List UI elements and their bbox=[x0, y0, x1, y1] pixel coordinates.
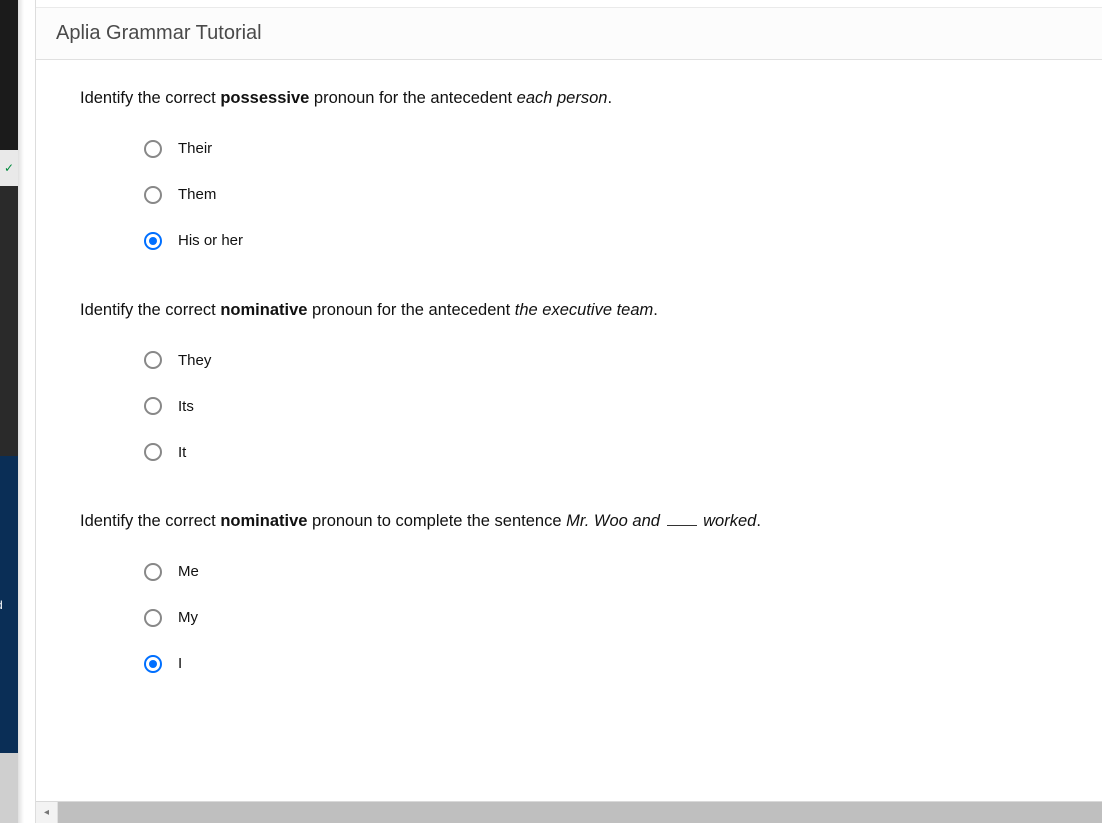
content-gutter bbox=[18, 0, 36, 823]
radio-icon[interactable] bbox=[144, 351, 162, 369]
question-prompt: Identify the correct possessive pronoun … bbox=[80, 86, 1058, 112]
option-row[interactable]: It bbox=[144, 443, 1058, 461]
option-label: His or her bbox=[178, 232, 243, 249]
horizontal-scrollbar[interactable]: ◂ bbox=[36, 801, 1102, 823]
option-label: They bbox=[178, 352, 211, 369]
option-label: I bbox=[178, 655, 182, 672]
radio-icon[interactable] bbox=[144, 140, 162, 158]
option-label: Its bbox=[178, 398, 194, 415]
breadcrumb-icon bbox=[58, 1, 72, 7]
page-title: Aplia Grammar Tutorial bbox=[56, 22, 1082, 45]
rail-active-label: d bbox=[0, 598, 3, 612]
options-group: Me My I bbox=[80, 563, 1058, 673]
option-label: Them bbox=[178, 186, 216, 203]
rail-spacer bbox=[0, 186, 18, 456]
option-label: My bbox=[178, 609, 198, 626]
rail-check-indicator: ✓ bbox=[0, 150, 18, 186]
options-group: They Its It bbox=[80, 351, 1058, 461]
scroll-left-arrow-icon[interactable]: ◂ bbox=[36, 802, 58, 823]
option-row[interactable]: Their bbox=[144, 140, 1058, 158]
option-label: It bbox=[178, 444, 186, 461]
option-row[interactable]: His or her bbox=[144, 232, 1058, 250]
option-row[interactable]: Them bbox=[144, 186, 1058, 204]
page-header: Aplia Grammar Tutorial bbox=[36, 8, 1102, 60]
question-block: Identify the correct possessive pronoun … bbox=[80, 86, 1058, 250]
question-prompt: Identify the correct nominative pronoun … bbox=[80, 298, 1058, 324]
radio-icon[interactable] bbox=[144, 397, 162, 415]
option-label: Me bbox=[178, 563, 199, 580]
radio-icon[interactable] bbox=[144, 232, 162, 250]
radio-icon[interactable] bbox=[144, 186, 162, 204]
rail-spacer bbox=[0, 0, 18, 150]
rail-active-item[interactable]: d bbox=[0, 456, 18, 753]
options-group: Their Them His or her bbox=[80, 140, 1058, 250]
question-block: Identify the correct nominative pronoun … bbox=[80, 298, 1058, 462]
radio-icon[interactable] bbox=[144, 443, 162, 461]
radio-icon[interactable] bbox=[144, 609, 162, 627]
option-row[interactable]: My bbox=[144, 609, 1058, 627]
rail-spacer bbox=[0, 753, 18, 823]
breadcrumb-bar bbox=[36, 0, 1102, 8]
option-label: Their bbox=[178, 140, 212, 157]
option-row[interactable]: They bbox=[144, 351, 1058, 369]
question-prompt: Identify the correct nominative pronoun … bbox=[80, 509, 1058, 535]
check-icon: ✓ bbox=[4, 161, 14, 175]
option-row[interactable]: Me bbox=[144, 563, 1058, 581]
main-panel: Aplia Grammar Tutorial Identify the corr… bbox=[36, 0, 1102, 823]
fill-blank bbox=[667, 525, 697, 526]
question-block: Identify the correct nominative pronoun … bbox=[80, 509, 1058, 673]
option-row[interactable]: I bbox=[144, 655, 1058, 673]
scroll-track[interactable] bbox=[58, 802, 1102, 823]
app-left-rail: ✓ d bbox=[0, 0, 18, 823]
radio-icon[interactable] bbox=[144, 563, 162, 581]
radio-icon[interactable] bbox=[144, 655, 162, 673]
questions-container: Identify the correct possessive pronoun … bbox=[36, 60, 1102, 823]
option-row[interactable]: Its bbox=[144, 397, 1058, 415]
